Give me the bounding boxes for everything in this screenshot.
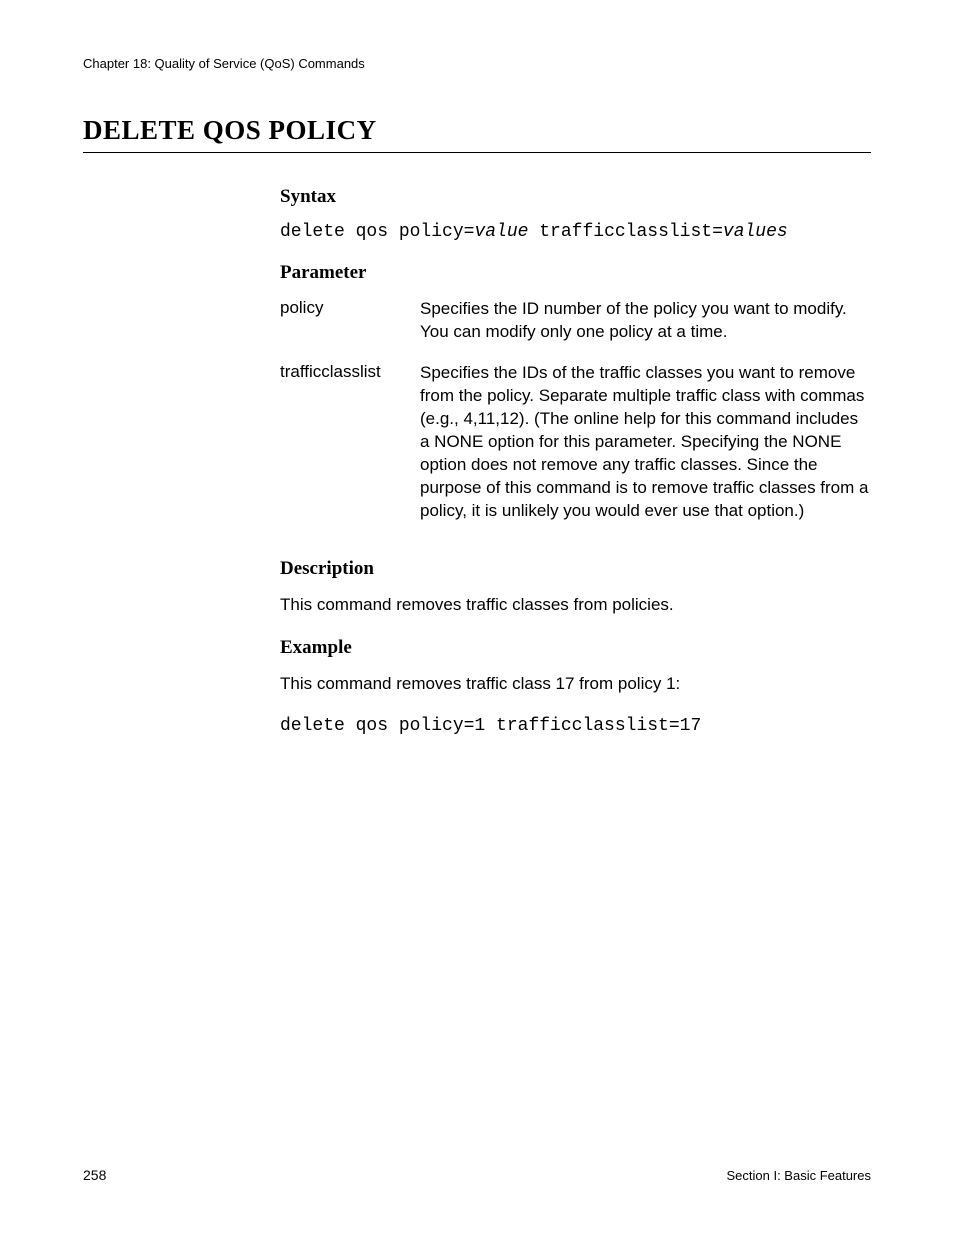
page-number: 258: [83, 1167, 106, 1183]
parameter-table: policy Specifies the ID number of the po…: [280, 298, 871, 540]
document-page: Chapter 18: Quality of Service (QoS) Com…: [0, 0, 954, 1235]
syntax-middle: trafficclasslist=: [528, 222, 722, 242]
content-block: Syntax delete qos policy=value trafficcl…: [280, 180, 871, 756]
parameter-heading: Parameter: [280, 262, 871, 284]
description-heading: Description: [280, 558, 871, 580]
chapter-header: Chapter 18: Quality of Service (QoS) Com…: [83, 56, 871, 71]
example-code: delete qos policy=1 trafficclasslist=17: [280, 716, 871, 736]
param-desc: Specifies the ID number of the policy yo…: [420, 298, 871, 362]
syntax-line: delete qos policy=value trafficclasslist…: [280, 222, 871, 242]
table-row: trafficclasslist Specifies the IDs of th…: [280, 362, 871, 541]
command-title: DELETE QOS POLICY: [83, 115, 871, 153]
table-row: policy Specifies the ID number of the po…: [280, 298, 871, 362]
param-desc: Specifies the IDs of the traffic classes…: [420, 362, 871, 541]
syntax-arg1: value: [474, 222, 528, 242]
example-heading: Example: [280, 637, 871, 659]
syntax-prefix: delete qos policy=: [280, 222, 474, 242]
syntax-heading: Syntax: [280, 186, 871, 208]
syntax-arg2: values: [723, 222, 788, 242]
param-name: policy: [280, 298, 420, 362]
description-text: This command removes traffic classes fro…: [280, 594, 871, 617]
section-label: Section I: Basic Features: [726, 1168, 871, 1183]
example-text: This command removes traffic class 17 fr…: [280, 673, 871, 696]
param-name: trafficclasslist: [280, 362, 420, 541]
